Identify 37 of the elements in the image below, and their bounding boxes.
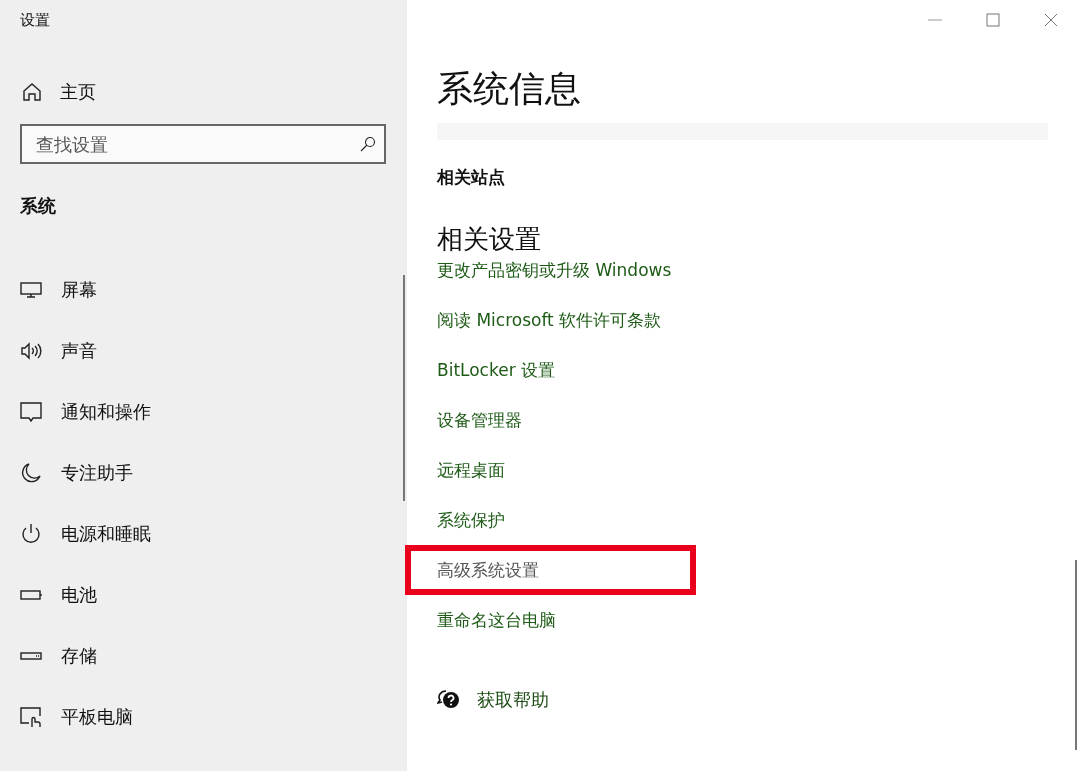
battery-icon (20, 588, 42, 601)
scrollbar[interactable] (1075, 560, 1077, 750)
highlighted-settings-link[interactable]: 高级系统设置 (405, 545, 696, 595)
moon-icon (20, 461, 42, 484)
help-chat-icon (437, 689, 461, 711)
power-icon (20, 522, 42, 545)
speech-bubble-icon (20, 400, 42, 423)
page-title: 系统信息 (437, 67, 582, 111)
settings-link[interactable]: 阅读 Microsoft 软件许可条款 (437, 295, 662, 345)
search-icon (360, 136, 376, 152)
storage-icon (20, 650, 42, 661)
settings-link[interactable]: BitLocker 设置 (437, 345, 556, 395)
nav-item[interactable]: 电源和睡眠 (61, 521, 151, 546)
settings-link[interactable]: 设备管理器 (437, 395, 522, 445)
monitor-icon (20, 280, 42, 299)
settings-link[interactable]: 远程桌面 (437, 445, 505, 495)
speaker-icon (20, 340, 42, 361)
app-title: 设置 (20, 11, 51, 31)
nav-item[interactable]: 电池 (61, 582, 97, 607)
scrollbar[interactable] (403, 275, 405, 501)
help-link[interactable]: 获取帮助 (437, 688, 1080, 712)
nav-item[interactable]: 屏幕 (61, 277, 97, 302)
related-sites-heading: 相关站点 (437, 166, 506, 188)
home-nav-item[interactable]: 主页 (20, 63, 407, 121)
settings-link[interactable]: 重命名这台电脑 (437, 595, 556, 645)
nav-item[interactable]: 通知和操作 (61, 399, 151, 424)
related-settings-heading: 相关设置 (437, 223, 542, 254)
nav-item[interactable]: 声音 (61, 338, 97, 363)
settings-link[interactable]: 系统保护 (437, 495, 505, 545)
tablet-icon (20, 705, 42, 728)
home-icon (22, 82, 42, 102)
home-label: 主页 (60, 80, 96, 104)
section-heading: 系统 (20, 194, 57, 218)
search-field[interactable]: 查找设置 (20, 124, 386, 164)
nav-item[interactable]: 专注助手 (61, 460, 133, 485)
nav-item[interactable]: 平板电脑 (61, 704, 133, 729)
nav-item[interactable]: 存储 (61, 643, 97, 668)
